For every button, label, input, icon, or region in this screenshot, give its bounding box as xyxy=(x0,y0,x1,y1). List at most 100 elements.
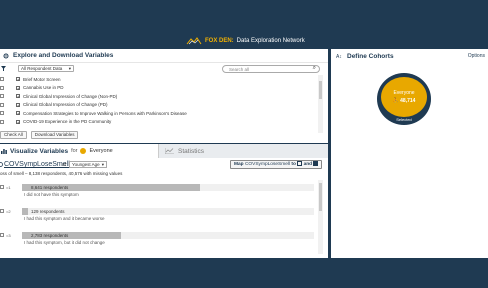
cohort-bubble[interactable]: Everyone ⛹ 48,714 Selected xyxy=(377,73,431,125)
top-bar: FOX DEN: Data Exploration Network xyxy=(0,0,488,48)
checkbox[interactable] xyxy=(0,111,4,116)
sort-icon: A↕ xyxy=(336,53,343,59)
response-bars: =1 8,641 respondents I did not have this… xyxy=(0,180,316,254)
cohort-bubble-fill: Everyone ⛹ 48,714 xyxy=(381,77,427,117)
visualize-title: Visualize Variables xyxy=(10,147,69,155)
visualize-panel: Visualize Variables for Everyone COVSymp… xyxy=(0,144,328,258)
cohorts-panel: A↕ Define Cohorts Options Everyone ⛹ 48,… xyxy=(331,49,488,258)
map-and: and xyxy=(303,162,313,167)
chart-bar-icon xyxy=(1,148,7,154)
map-variable: COVSympLoseSmell xyxy=(244,162,291,167)
chevron-down-icon: ▾ xyxy=(68,66,71,71)
list-item[interactable]: + Compensation Strategies to Improve Walk… xyxy=(0,109,320,118)
list-item[interactable]: + Cannabis Use in PD xyxy=(0,84,320,93)
cohort-dot-icon xyxy=(80,148,87,154)
checkbox[interactable] xyxy=(0,185,4,189)
x-axis-icon xyxy=(297,161,303,167)
response-label: I had this symptom and it became worse xyxy=(24,216,105,221)
variable-label: Clinical Global Impression of Change (No… xyxy=(23,93,118,99)
filter-icon[interactable] xyxy=(1,66,6,71)
people-icon: ⛹ xyxy=(392,98,401,104)
checkbox[interactable] xyxy=(0,102,4,107)
expand-icon[interactable]: + xyxy=(16,77,20,82)
response-scrollbar[interactable] xyxy=(318,180,323,254)
variable-label: Brief Motor Screen xyxy=(23,76,61,82)
cohort-count-value: 48,714 xyxy=(400,98,416,104)
for-label: for xyxy=(71,148,78,154)
expand-icon[interactable]: + xyxy=(16,85,20,90)
scrollbar-thumb[interactable] xyxy=(319,81,322,99)
variable-name-link[interactable]: COVSympLoseSmell xyxy=(4,161,70,168)
response-row: =1 8,641 respondents I did not have this… xyxy=(0,180,316,200)
map-variable-button[interactable]: Map COVSympLoseSmell to and xyxy=(230,160,322,169)
expand-icon[interactable]: + xyxy=(16,102,20,107)
response-code: =1 xyxy=(6,185,11,190)
response-row: =2 129 respondents I had this symptom an… xyxy=(0,204,316,224)
dataset-select-value: All Respondent Data xyxy=(21,66,63,71)
checkbox[interactable] xyxy=(0,119,4,124)
response-count: 2,783 respondents xyxy=(31,233,69,238)
gear-icon xyxy=(3,53,9,59)
variable-list: + Brief Motor Screen + Cannabis Use in PD … xyxy=(0,75,320,133)
variable-label: Compensation Strategies to Improve Walki… xyxy=(23,110,187,116)
check-all-button[interactable]: Check All xyxy=(0,131,27,139)
explore-header: Explore and Download Variables xyxy=(0,49,328,63)
list-item[interactable]: + Brief Motor Screen xyxy=(0,75,320,84)
response-label: I had this symptom, but it did not chang… xyxy=(24,240,105,245)
search-input[interactable]: Search all ⌕ xyxy=(222,65,320,73)
chevron-down-icon: ▾ xyxy=(101,162,104,167)
cohort-name: Everyone xyxy=(89,148,113,154)
variable-label: COVID-19 Experience in the PD Community xyxy=(23,119,112,125)
list-item[interactable]: + COVID-19 Experience in the PD Community xyxy=(0,118,320,127)
list-item[interactable]: + Clinical Global Impression of Change (P… xyxy=(0,101,320,110)
response-row: =3 2,783 respondents I had this symptom,… xyxy=(0,228,316,248)
response-code: =2 xyxy=(6,209,11,214)
bar-track: 2,783 respondents xyxy=(22,232,314,239)
explore-panel: Explore and Download Variables All Respo… xyxy=(0,49,328,143)
brand: FOX DEN: Data Exploration Network xyxy=(186,36,305,46)
download-variables-button[interactable]: Download Variables xyxy=(30,131,79,139)
checkbox[interactable] xyxy=(0,77,4,82)
variable-summary: oss of smell – 8,138 respondents, 40,576… xyxy=(0,171,123,176)
svg-text:A↕: A↕ xyxy=(336,54,342,59)
cohorts-title: Define Cohorts xyxy=(347,52,394,60)
search-placeholder: Search all xyxy=(229,67,250,72)
cohort-selected-badge: Selected xyxy=(396,117,412,122)
response-count: 129 respondents xyxy=(31,209,65,214)
checkbox[interactable] xyxy=(0,233,4,237)
expand-icon[interactable]: + xyxy=(16,119,20,124)
scrollbar-thumb[interactable] xyxy=(319,183,322,211)
age-select-value: Youngest Age xyxy=(72,162,100,167)
variable-label: Cannabis Use in PD xyxy=(23,85,64,91)
bar-track: 129 respondents xyxy=(22,208,314,215)
age-select[interactable]: Youngest Age ▾ xyxy=(69,161,107,168)
cohort-bubble-count: ⛹ 48,714 xyxy=(381,98,427,104)
explore-title: Explore and Download Variables xyxy=(13,52,114,59)
response-label: I did not have this symptom xyxy=(24,192,79,197)
statistics-tab-label: Statistics xyxy=(178,147,205,155)
expand-icon[interactable]: + xyxy=(16,94,20,99)
checkbox[interactable] xyxy=(0,209,4,213)
response-count: 8,641 respondents xyxy=(31,185,69,190)
expand-icon[interactable]: + xyxy=(16,111,20,116)
dataset-select[interactable]: All Respondent Data ▾ xyxy=(18,65,74,72)
brand-subtitle: Data Exploration Network xyxy=(236,38,305,44)
list-item[interactable]: + Clinical Global Impression of Change (N… xyxy=(0,92,320,101)
variable-list-scrollbar[interactable] xyxy=(318,75,323,133)
cohorts-header: A↕ Define Cohorts Options xyxy=(331,49,488,63)
fox-logo-icon xyxy=(186,37,202,45)
footer-band xyxy=(0,258,488,288)
map-prefix: Map xyxy=(234,162,244,167)
checkbox[interactable] xyxy=(0,85,4,90)
tab-statistics[interactable]: Statistics xyxy=(158,144,328,158)
info-icon[interactable] xyxy=(0,162,3,167)
at-label: at xyxy=(62,162,67,168)
y-axis-icon xyxy=(313,161,319,167)
search-icon[interactable]: ⌕ xyxy=(313,65,316,72)
checkbox[interactable] xyxy=(0,94,4,99)
options-link[interactable]: Options xyxy=(468,53,485,59)
response-bar[interactable] xyxy=(22,208,28,215)
response-code: =3 xyxy=(6,233,11,238)
line-chart-icon xyxy=(165,148,174,154)
visualize-header: Visualize Variables for Everyone xyxy=(0,144,158,158)
